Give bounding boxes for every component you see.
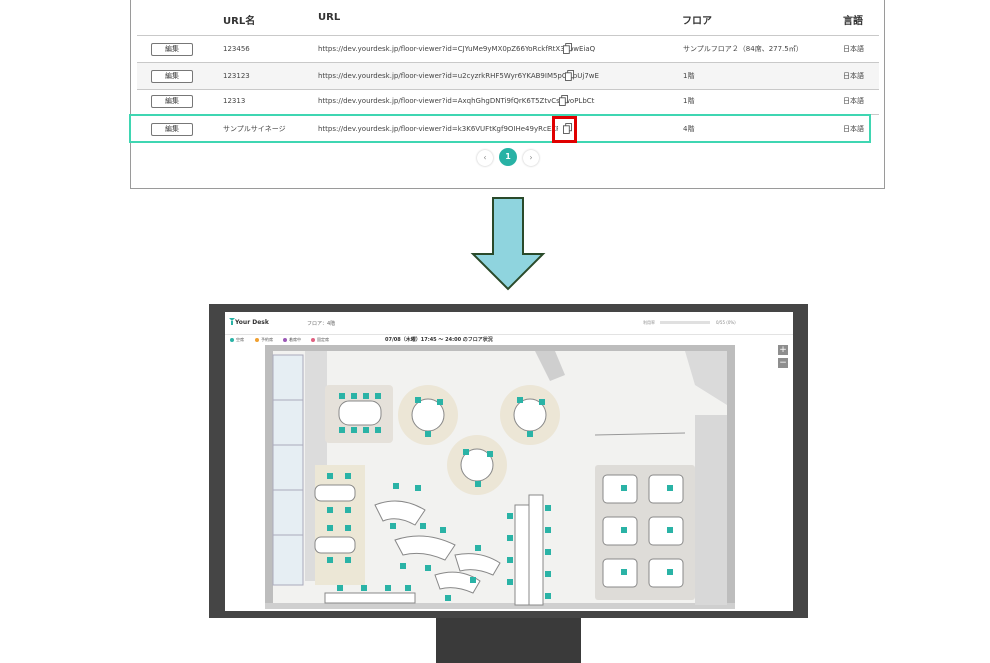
edit-button[interactable]: 編集	[151, 95, 193, 108]
legend-dot-icon	[283, 338, 287, 342]
occupancy-bar	[660, 321, 710, 324]
pagination-current-page[interactable]: 1	[499, 148, 517, 166]
row-floor: 1階	[683, 97, 695, 105]
legend-item: 固定席	[311, 337, 329, 343]
legend-dot-icon	[311, 338, 315, 342]
row-url-name: 123456	[223, 45, 250, 53]
row-floor: サンプルフロア２（84席、277.5㎡）	[683, 45, 803, 53]
row-language: 日本語	[843, 45, 864, 53]
header-url: URL	[318, 12, 341, 23]
edit-button[interactable]: 編集	[151, 43, 193, 56]
copy-icon-highlight	[552, 116, 577, 143]
pagination-prev-button[interactable]: ‹	[477, 150, 493, 166]
occupancy-label: 利用率	[643, 320, 655, 325]
legend-dot-icon	[230, 338, 234, 342]
legend-item: 着席中	[283, 337, 301, 343]
signage-header: Your Desk フロア：4階 利用率 0/55 (0%)	[225, 312, 793, 335]
copy-icon[interactable]	[565, 70, 574, 81]
header-floor: フロア	[682, 16, 712, 27]
legend-dot-icon	[255, 338, 259, 342]
floor-label: フロア：4階	[307, 321, 336, 327]
legend-item: 空席	[230, 337, 244, 343]
table-row: 編集 123123 https://dev.yourdesk.jp/floor-…	[137, 63, 879, 89]
table-row: 編集 12313 https://dev.yourdesk.jp/floor-v…	[137, 88, 879, 114]
signage-screen: Your Desk フロア：4階 利用率 0/55 (0%) 空席 予約席 着席…	[225, 312, 793, 611]
table-row: 編集 123456 https://dev.yourdesk.jp/floor-…	[137, 36, 879, 62]
row-url[interactable]: https://dev.yourdesk.jp/floor-viewer?id=…	[318, 36, 595, 62]
zoom-in-button[interactable]: +	[778, 345, 788, 355]
selected-row-highlight	[129, 114, 871, 143]
row-url[interactable]: https://dev.yourdesk.jp/floor-viewer?id=…	[318, 63, 599, 89]
copy-icon[interactable]	[563, 43, 572, 54]
zoom-out-button[interactable]: −	[778, 358, 788, 368]
row-floor: 1階	[683, 72, 695, 80]
floor-plan	[265, 345, 735, 609]
row-language: 日本語	[843, 97, 864, 105]
floor-status-title: 07/08（木曜）17:45 ～ 24:00 のフロア状況	[385, 337, 493, 343]
pagination-next-button[interactable]: ›	[523, 150, 539, 166]
down-arrow-icon	[470, 197, 546, 291]
row-url-name: 12313	[223, 97, 246, 105]
edit-button[interactable]: 編集	[151, 70, 193, 83]
row-url-name: 123123	[223, 72, 250, 80]
app-logo-text: Your Desk	[235, 319, 269, 326]
legend-item: 予約席	[255, 337, 273, 343]
occupancy-value: 0/55 (0%)	[716, 320, 736, 325]
row-language: 日本語	[843, 72, 864, 80]
header-url-name: URL名	[223, 16, 256, 27]
row-url[interactable]: https://dev.yourdesk.jp/floor-viewer?id=…	[318, 88, 594, 114]
monitor-stand	[436, 618, 581, 663]
header-language: 言語	[843, 16, 863, 27]
copy-icon[interactable]	[559, 95, 568, 106]
monitor-frame: Your Desk フロア：4階 利用率 0/55 (0%) 空席 予約席 着席…	[209, 304, 808, 618]
